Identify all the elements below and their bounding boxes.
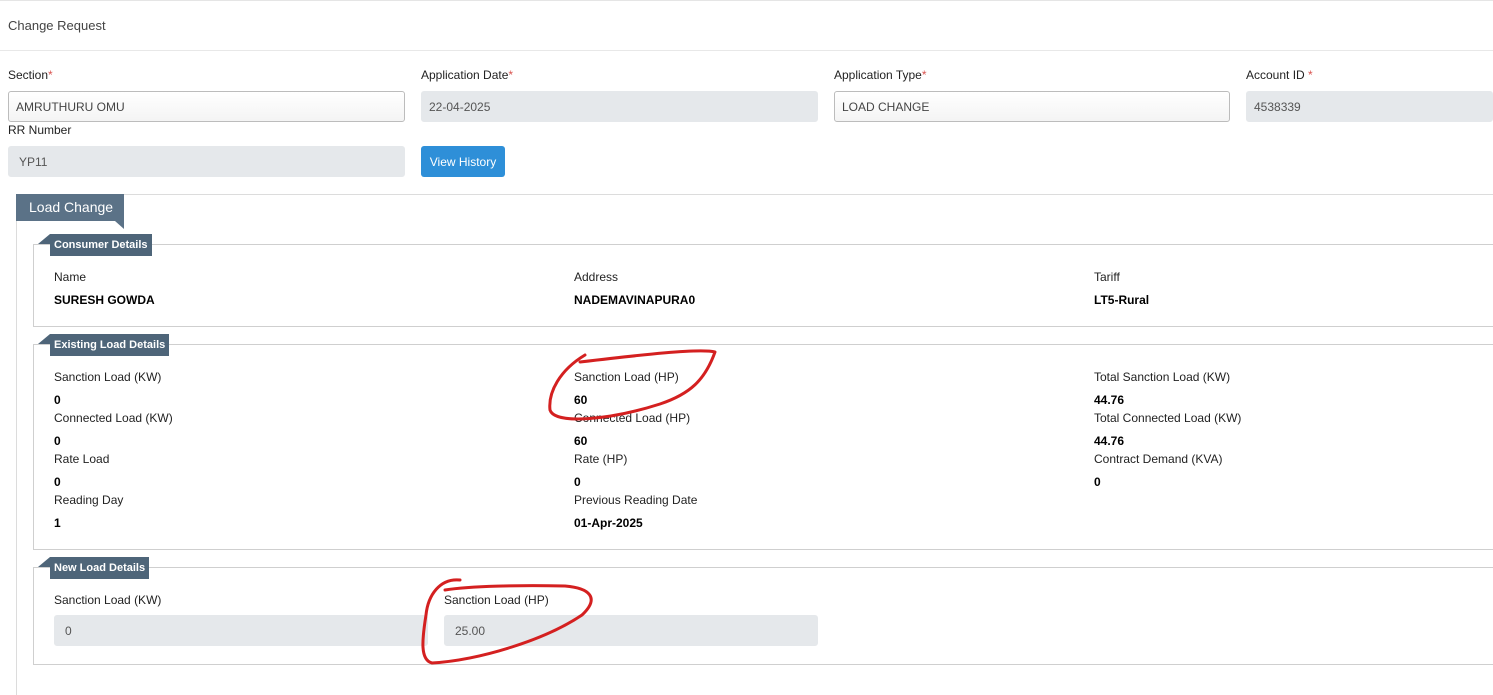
tariff-label: Tariff	[1094, 270, 1120, 284]
new-sanction-load-hp-label: Sanction Load (HP)	[444, 593, 549, 607]
rr-number-field: YP11	[8, 146, 405, 177]
existing-load-details-heading: Existing Load Details	[50, 334, 170, 356]
existing-load-details-box	[33, 344, 1493, 550]
new-load-details-heading: New Load Details	[50, 557, 150, 579]
view-history-button[interactable]: View History	[421, 146, 505, 177]
total-connected-load-kw-value: 44.76	[1094, 434, 1125, 448]
existing-sanction-load-kw-value: 0	[54, 393, 61, 407]
total-sanction-load-kw-label: Total Sanction Load (KW)	[1094, 370, 1231, 384]
existing-load-details-tip	[38, 334, 50, 344]
consumer-details-heading: Consumer Details	[50, 234, 152, 256]
rate-load-label: Rate Load	[54, 452, 110, 466]
application-type-label: Application Type*	[834, 68, 927, 82]
new-sanction-load-kw-label: Sanction Load (KW)	[54, 593, 162, 607]
total-sanction-load-kw-value: 44.76	[1094, 393, 1125, 407]
connected-load-kw-value: 0	[54, 434, 61, 448]
page-title: Change Request	[8, 18, 106, 33]
section-label: Section*	[8, 68, 53, 82]
connected-load-kw-label: Connected Load (KW)	[54, 411, 173, 425]
connected-load-hp-value: 60	[574, 434, 588, 448]
top-border	[0, 0, 1493, 1]
new-sanction-load-hp-input[interactable]: 25.00	[444, 615, 818, 646]
reading-day-value: 1	[54, 516, 61, 530]
account-id-field: 4538339	[1246, 91, 1493, 122]
consumer-details-box	[33, 244, 1493, 327]
rate-hp-value: 0	[574, 475, 581, 489]
account-id-label: Account ID *	[1246, 68, 1313, 82]
reading-day-label: Reading Day	[54, 493, 124, 507]
application-date-field: 22-04-2025	[421, 91, 818, 122]
section-select[interactable]: AMRUTHURU OMU	[8, 91, 405, 122]
load-change-tab: Load Change	[16, 194, 124, 221]
rate-load-value: 0	[54, 475, 61, 489]
connected-load-hp-label: Connected Load (HP)	[574, 411, 691, 425]
new-load-details-tip	[38, 557, 50, 567]
previous-reading-date-value: 01-Apr-2025	[574, 516, 643, 530]
tariff-value: LT5-Rural	[1094, 293, 1150, 307]
new-sanction-load-kw-input[interactable]: 0	[54, 615, 428, 646]
consumer-name-label: Name	[54, 270, 87, 284]
previous-reading-date-label: Previous Reading Date	[574, 493, 698, 507]
contract-demand-kva-value: 0	[1094, 475, 1101, 489]
address-value: NADEMAVINAPURA0	[574, 293, 696, 307]
existing-sanction-load-hp-label: Sanction Load (HP)	[574, 370, 679, 384]
rr-number-label: RR Number	[8, 123, 72, 137]
existing-sanction-load-hp-value: 60	[574, 393, 588, 407]
load-change-tab-tip	[115, 221, 124, 229]
total-connected-load-kw-label: Total Connected Load (KW)	[1094, 411, 1242, 425]
address-label: Address	[574, 270, 619, 284]
rate-hp-label: Rate (HP)	[574, 452, 628, 466]
consumer-name-value: SURESH GOWDA	[54, 293, 155, 307]
consumer-details-tip	[38, 234, 50, 244]
existing-sanction-load-kw-label: Sanction Load (KW)	[54, 370, 162, 384]
header-divider	[0, 50, 1493, 51]
contract-demand-kva-label: Contract Demand (KVA)	[1094, 452, 1223, 466]
application-date-label: Application Date*	[421, 68, 514, 82]
application-type-select[interactable]: LOAD CHANGE	[834, 91, 1230, 122]
